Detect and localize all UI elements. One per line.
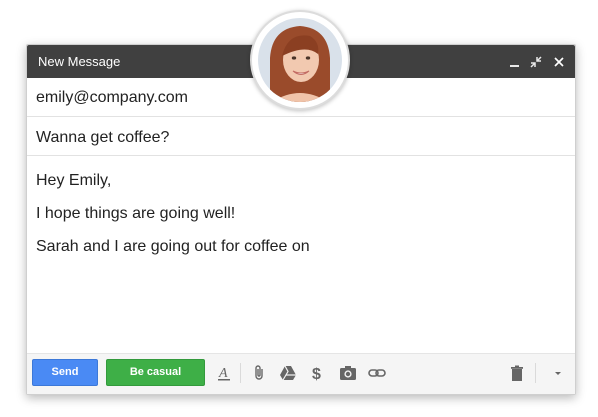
body-line: Hey Emily, [36, 172, 112, 189]
format-text-icon[interactable]: A [215, 364, 233, 382]
be-casual-button[interactable]: Be casual [106, 359, 205, 386]
trash-icon[interactable] [508, 364, 526, 382]
to-value: emily@company.com [36, 89, 188, 106]
toolbar-divider [240, 363, 241, 383]
close-icon[interactable] [553, 56, 565, 68]
compose-toolbar: Send Be casual A $ [27, 353, 575, 394]
more-options-icon[interactable] [549, 364, 567, 382]
message-body[interactable]: Hey Emily, I hope things are going well!… [36, 171, 536, 270]
subject-field[interactable]: Wanna get coffee? [27, 117, 575, 156]
svg-text:$: $ [312, 366, 321, 382]
avatar [250, 10, 350, 110]
collapse-icon[interactable] [530, 56, 542, 68]
body-line: Sarah and I are going out for coffee on [36, 238, 310, 255]
link-icon[interactable] [368, 364, 386, 382]
send-button[interactable]: Send [32, 359, 98, 386]
drive-icon[interactable] [279, 364, 297, 382]
minimize-icon[interactable] [509, 56, 521, 68]
toolbar-divider [535, 363, 536, 383]
camera-icon[interactable] [339, 364, 357, 382]
body-line: I hope things are going well! [36, 205, 236, 222]
avatar-photo [258, 18, 342, 102]
svg-text:A: A [218, 366, 228, 381]
compose-title: New Message [38, 54, 121, 69]
attach-icon[interactable] [251, 364, 269, 382]
subject-value: Wanna get coffee? [36, 129, 170, 146]
money-icon[interactable]: $ [309, 364, 327, 382]
